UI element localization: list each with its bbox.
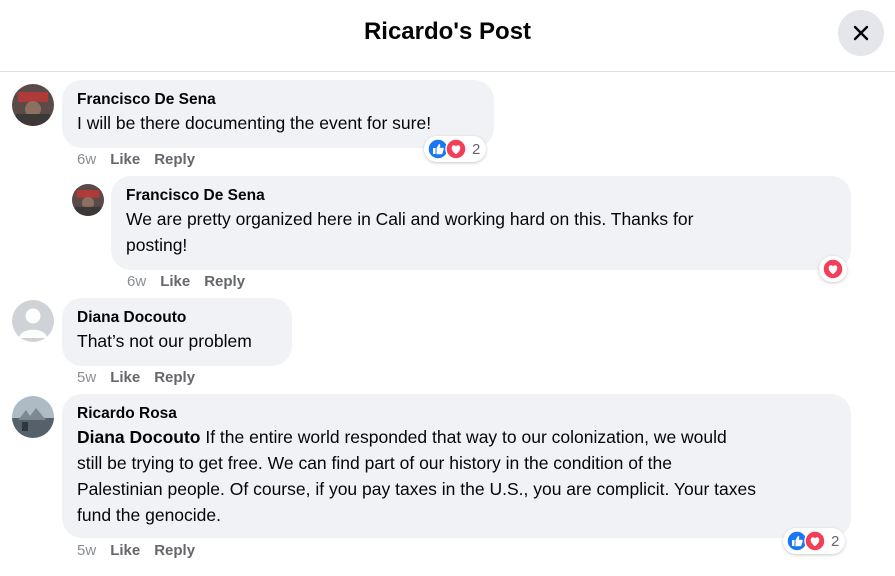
comment-text-line: fund the genocide.	[77, 505, 222, 525]
reply-button[interactable]: Reply	[154, 369, 195, 386]
comment-text-line: still be trying to get free. We can find…	[77, 453, 672, 473]
comment-text-fragment: If the entire world responded that way t…	[200, 427, 727, 447]
reaction-summary[interactable]: 2	[424, 136, 487, 162]
comment-actions: 6w Like Reply	[127, 273, 245, 290]
comment-timestamp[interactable]: 5w	[77, 542, 96, 559]
close-icon	[853, 25, 869, 41]
comment-timestamp[interactable]: 5w	[77, 369, 96, 386]
comment-author[interactable]: Ricardo Rosa	[77, 404, 837, 424]
comment-timestamp[interactable]: 6w	[77, 151, 96, 168]
reaction-summary[interactable]: 2	[783, 528, 846, 554]
reply-button[interactable]: Reply	[154, 151, 195, 168]
like-button[interactable]: Like	[110, 369, 140, 386]
like-button[interactable]: Like	[110, 542, 140, 559]
avatar[interactable]	[72, 184, 104, 216]
comment-text: I will be there documenting the event fo…	[77, 113, 432, 133]
close-button[interactable]	[838, 10, 884, 56]
avatar[interactable]	[12, 396, 54, 438]
reply-button[interactable]: Reply	[154, 542, 195, 559]
avatar[interactable]	[12, 300, 54, 342]
comment-actions: 6w Like Reply	[77, 151, 195, 168]
comment-bubble: Francisco De Sena We are pretty organize…	[111, 176, 851, 270]
comment-text-line: Diana Docouto If the entire world respon…	[77, 424, 837, 450]
comment-timestamp[interactable]: 6w	[127, 273, 146, 290]
comment-author[interactable]: Diana Docouto	[77, 308, 278, 328]
comment-author[interactable]: Francisco De Sena	[77, 90, 480, 110]
comment-text-line: Palestinian people. Of course, if you pa…	[77, 479, 756, 499]
reply-button[interactable]: Reply	[204, 273, 245, 290]
love-reaction-icon	[804, 530, 826, 552]
avatar[interactable]	[12, 84, 54, 126]
comment-actions: 5w Like Reply	[77, 369, 195, 386]
comment-actions: 5w Like Reply	[77, 542, 195, 559]
post-header: Ricardo's Post	[0, 0, 895, 72]
reaction-summary[interactable]	[819, 256, 847, 282]
love-reaction-icon	[822, 258, 844, 280]
comment-author[interactable]: Francisco De Sena	[126, 186, 837, 206]
comment-text: That’s not our problem	[77, 331, 252, 351]
comment-text-line: posting!	[126, 235, 188, 255]
comment-bubble: Ricardo Rosa Diana Docouto If the entire…	[62, 394, 851, 538]
love-reaction-icon	[445, 138, 467, 160]
comment-bubble: Diana Docouto That’s not our problem	[62, 298, 292, 366]
like-button[interactable]: Like	[110, 151, 140, 168]
reaction-count: 2	[831, 532, 840, 550]
reaction-count: 2	[472, 140, 481, 158]
like-button[interactable]: Like	[160, 273, 190, 290]
mention-link[interactable]: Diana Docouto	[77, 427, 200, 447]
comment-text-line: We are pretty organized here in Cali and…	[126, 209, 694, 229]
page-title: Ricardo's Post	[363, 18, 532, 45]
